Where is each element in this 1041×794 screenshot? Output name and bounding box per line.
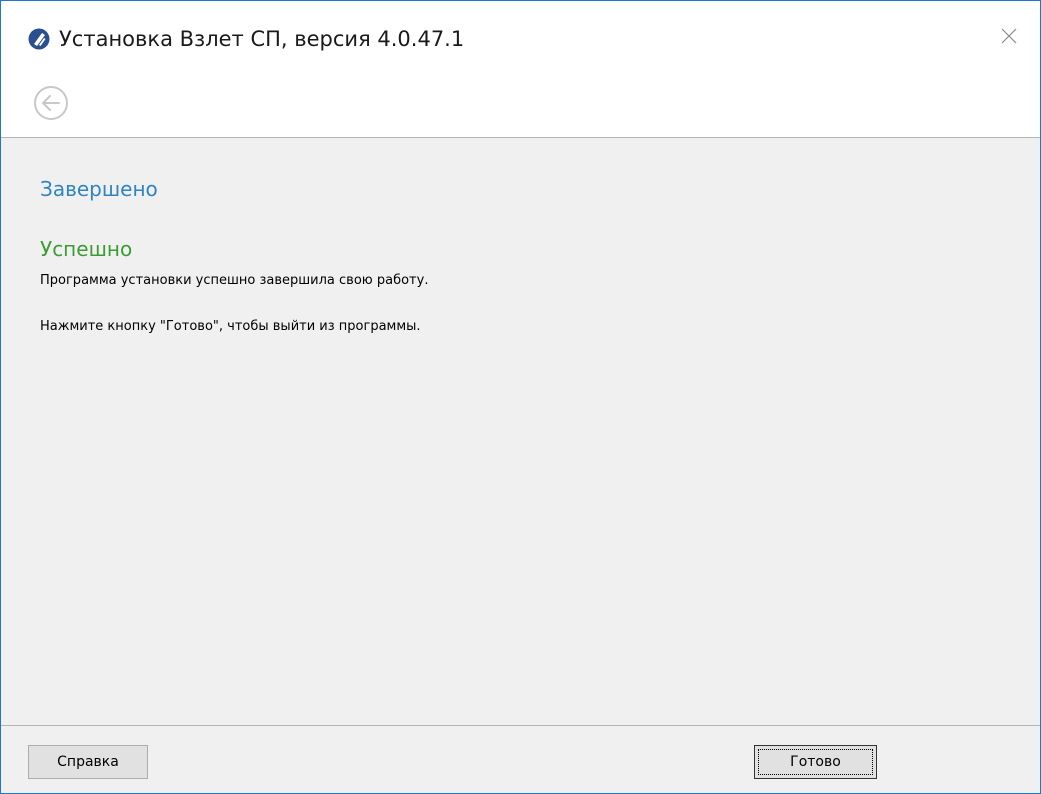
app-logo-icon <box>28 28 50 50</box>
status-title: Успешно <box>40 237 133 261</box>
footer-bar: Справка Готово <box>1 725 1040 793</box>
installer-window: Установка Взлет СП, версия 4.0.47.1 Заве… <box>0 0 1041 794</box>
page-title: Завершено <box>40 177 158 201</box>
close-icon[interactable] <box>994 21 1024 51</box>
back-arrow-icon[interactable] <box>31 83 71 123</box>
help-button[interactable]: Справка <box>28 745 148 779</box>
content-area: Завершено Успешно Программа установки ус… <box>1 138 1040 725</box>
title-bar: Установка Взлет СП, версия 4.0.47.1 <box>1 1 1040 138</box>
instruction-message: Нажмите кнопку "Готово", чтобы выйти из … <box>40 319 421 334</box>
help-button-label: Справка <box>57 754 119 770</box>
status-message: Программа установки успешно завершила св… <box>40 273 429 288</box>
window-title: Установка Взлет СП, версия 4.0.47.1 <box>59 27 465 51</box>
finish-button-label: Готово <box>790 754 841 770</box>
finish-button[interactable]: Готово <box>754 745 877 779</box>
